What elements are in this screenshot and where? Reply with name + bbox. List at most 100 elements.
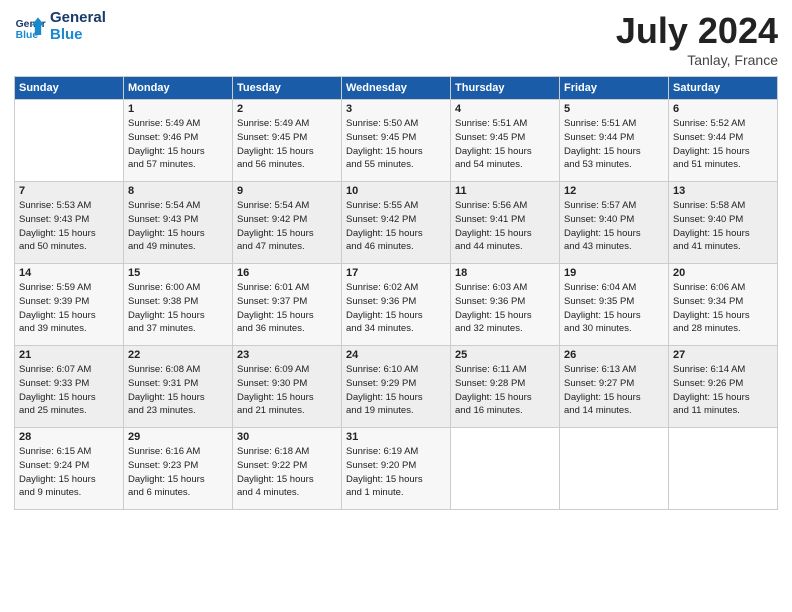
day-number: 2 [237, 103, 337, 115]
day-number: 5 [564, 103, 664, 115]
month-title: July 2024 [616, 10, 778, 52]
week-row: 1 Sunrise: 5:49 AM Sunset: 9:46 PM Daylig… [15, 100, 778, 182]
calendar-cell: 17 Sunrise: 6:02 AM Sunset: 9:36 PM Dayli… [342, 264, 451, 346]
location: Tanlay, France [616, 52, 778, 68]
calendar-cell: 19Sunrise: 6:04 AM Sunset: 9:35 PM Dayli… [560, 264, 669, 346]
calendar-cell: 3 Sunrise: 5:50 AM Sunset: 9:45 PM Daylig… [342, 100, 451, 182]
calendar-cell: 26 Sunrise: 6:13 AM Sunset: 9:27 PM Dayli… [560, 346, 669, 428]
calendar-cell: 20 Sunrise: 6:06 AM Sunset: 9:34 PM Dayli… [669, 264, 778, 346]
header-cell-saturday: Saturday [669, 77, 778, 100]
day-number: 13 [673, 185, 773, 197]
day-number: 31 [346, 431, 446, 443]
week-row: 21Sunrise: 6:07 AM Sunset: 9:33 PM Dayli… [15, 346, 778, 428]
day-number: 15 [128, 267, 228, 279]
cell-info: Sunrise: 6:02 AM Sunset: 9:36 PM Dayligh… [346, 281, 446, 336]
cell-info: Sunrise: 5:51 AM Sunset: 9:44 PM Dayligh… [564, 117, 664, 172]
day-number: 11 [455, 185, 555, 197]
calendar-cell: 10 Sunrise: 5:55 AM Sunset: 9:42 PM Dayli… [342, 182, 451, 264]
cell-info: Sunrise: 6:09 AM Sunset: 9:30 PM Dayligh… [237, 363, 337, 418]
calendar-cell: 11 Sunrise: 5:56 AM Sunset: 9:41 PM Dayli… [451, 182, 560, 264]
day-number: 17 [346, 267, 446, 279]
cell-info: Sunrise: 5:49 AM Sunset: 9:46 PM Dayligh… [128, 117, 228, 172]
cell-info: Sunrise: 5:54 AM Sunset: 9:42 PM Dayligh… [237, 199, 337, 254]
day-number: 3 [346, 103, 446, 115]
calendar-cell: 1 Sunrise: 5:49 AM Sunset: 9:46 PM Daylig… [124, 100, 233, 182]
calendar-cell: 15Sunrise: 6:00 AM Sunset: 9:38 PM Dayli… [124, 264, 233, 346]
calendar-cell: 28Sunrise: 6:15 AM Sunset: 9:24 PM Dayli… [15, 428, 124, 510]
logo: General Blue General Blue [14, 10, 106, 43]
day-number: 28 [19, 431, 119, 443]
cell-info: Sunrise: 6:06 AM Sunset: 9:34 PM Dayligh… [673, 281, 773, 336]
logo-blue: Blue [50, 27, 106, 44]
cell-info: Sunrise: 6:14 AM Sunset: 9:26 PM Dayligh… [673, 363, 773, 418]
calendar-cell: 7 Sunrise: 5:53 AM Sunset: 9:43 PM Daylig… [15, 182, 124, 264]
title-block: July 2024 Tanlay, France [616, 10, 778, 68]
day-number: 6 [673, 103, 773, 115]
cell-info: Sunrise: 5:53 AM Sunset: 9:43 PM Dayligh… [19, 199, 119, 254]
calendar-cell: 9Sunrise: 5:54 AM Sunset: 9:42 PM Daylig… [233, 182, 342, 264]
cell-info: Sunrise: 5:58 AM Sunset: 9:40 PM Dayligh… [673, 199, 773, 254]
cell-info: Sunrise: 6:18 AM Sunset: 9:22 PM Dayligh… [237, 445, 337, 500]
header-cell-wednesday: Wednesday [342, 77, 451, 100]
cell-info: Sunrise: 6:01 AM Sunset: 9:37 PM Dayligh… [237, 281, 337, 336]
calendar-cell [451, 428, 560, 510]
cell-info: Sunrise: 5:50 AM Sunset: 9:45 PM Dayligh… [346, 117, 446, 172]
header: General Blue General Blue July 2024 Tanl… [14, 10, 778, 68]
day-number: 30 [237, 431, 337, 443]
calendar-cell: 16Sunrise: 6:01 AM Sunset: 9:37 PM Dayli… [233, 264, 342, 346]
calendar-header: SundayMondayTuesdayWednesdayThursdayFrid… [15, 77, 778, 100]
day-number: 23 [237, 349, 337, 361]
day-number: 7 [19, 185, 119, 197]
cell-info: Sunrise: 5:55 AM Sunset: 9:42 PM Dayligh… [346, 199, 446, 254]
header-cell-tuesday: Tuesday [233, 77, 342, 100]
cell-info: Sunrise: 5:57 AM Sunset: 9:40 PM Dayligh… [564, 199, 664, 254]
calendar-cell: 30 Sunrise: 6:18 AM Sunset: 9:22 PM Dayli… [233, 428, 342, 510]
calendar-cell: 29 Sunrise: 6:16 AM Sunset: 9:23 PM Dayli… [124, 428, 233, 510]
day-number: 18 [455, 267, 555, 279]
calendar-cell [15, 100, 124, 182]
day-number: 21 [19, 349, 119, 361]
week-row: 7 Sunrise: 5:53 AM Sunset: 9:43 PM Daylig… [15, 182, 778, 264]
day-number: 24 [346, 349, 446, 361]
calendar-cell: 31 Sunrise: 6:19 AM Sunset: 9:20 PM Dayli… [342, 428, 451, 510]
week-row: 14 Sunrise: 5:59 AM Sunset: 9:39 PM Dayli… [15, 264, 778, 346]
calendar-table: SundayMondayTuesdayWednesdayThursdayFrid… [14, 76, 778, 510]
cell-info: Sunrise: 5:56 AM Sunset: 9:41 PM Dayligh… [455, 199, 555, 254]
cell-info: Sunrise: 6:13 AM Sunset: 9:27 PM Dayligh… [564, 363, 664, 418]
calendar-cell: 4Sunrise: 5:51 AM Sunset: 9:45 PM Daylig… [451, 100, 560, 182]
day-number: 29 [128, 431, 228, 443]
cell-info: Sunrise: 6:11 AM Sunset: 9:28 PM Dayligh… [455, 363, 555, 418]
day-number: 1 [128, 103, 228, 115]
cell-info: Sunrise: 5:49 AM Sunset: 9:45 PM Dayligh… [237, 117, 337, 172]
page: General Blue General Blue July 2024 Tanl… [0, 0, 792, 612]
day-number: 10 [346, 185, 446, 197]
day-number: 25 [455, 349, 555, 361]
calendar-cell: 6 Sunrise: 5:52 AM Sunset: 9:44 PM Daylig… [669, 100, 778, 182]
calendar-cell [560, 428, 669, 510]
day-number: 26 [564, 349, 664, 361]
cell-info: Sunrise: 6:10 AM Sunset: 9:29 PM Dayligh… [346, 363, 446, 418]
logo-general: General [50, 10, 106, 27]
cell-info: Sunrise: 6:16 AM Sunset: 9:23 PM Dayligh… [128, 445, 228, 500]
calendar-cell: 27 Sunrise: 6:14 AM Sunset: 9:26 PM Dayli… [669, 346, 778, 428]
calendar-cell: 5 Sunrise: 5:51 AM Sunset: 9:44 PM Daylig… [560, 100, 669, 182]
calendar-cell: 23 Sunrise: 6:09 AM Sunset: 9:30 PM Dayli… [233, 346, 342, 428]
day-number: 27 [673, 349, 773, 361]
calendar-cell [669, 428, 778, 510]
day-number: 14 [19, 267, 119, 279]
calendar-cell: 13 Sunrise: 5:58 AM Sunset: 9:40 PM Dayli… [669, 182, 778, 264]
header-cell-thursday: Thursday [451, 77, 560, 100]
cell-info: Sunrise: 5:59 AM Sunset: 9:39 PM Dayligh… [19, 281, 119, 336]
day-number: 12 [564, 185, 664, 197]
cell-info: Sunrise: 5:52 AM Sunset: 9:44 PM Dayligh… [673, 117, 773, 172]
calendar-cell: 25 Sunrise: 6:11 AM Sunset: 9:28 PM Dayli… [451, 346, 560, 428]
cell-info: Sunrise: 6:19 AM Sunset: 9:20 PM Dayligh… [346, 445, 446, 500]
calendar-cell: 2 Sunrise: 5:49 AM Sunset: 9:45 PM Daylig… [233, 100, 342, 182]
header-cell-sunday: Sunday [15, 77, 124, 100]
day-number: 19 [564, 267, 664, 279]
header-cell-monday: Monday [124, 77, 233, 100]
logo-icon: General Blue [14, 11, 46, 43]
day-number: 20 [673, 267, 773, 279]
week-row: 28Sunrise: 6:15 AM Sunset: 9:24 PM Dayli… [15, 428, 778, 510]
calendar-cell: 12 Sunrise: 5:57 AM Sunset: 9:40 PM Dayli… [560, 182, 669, 264]
